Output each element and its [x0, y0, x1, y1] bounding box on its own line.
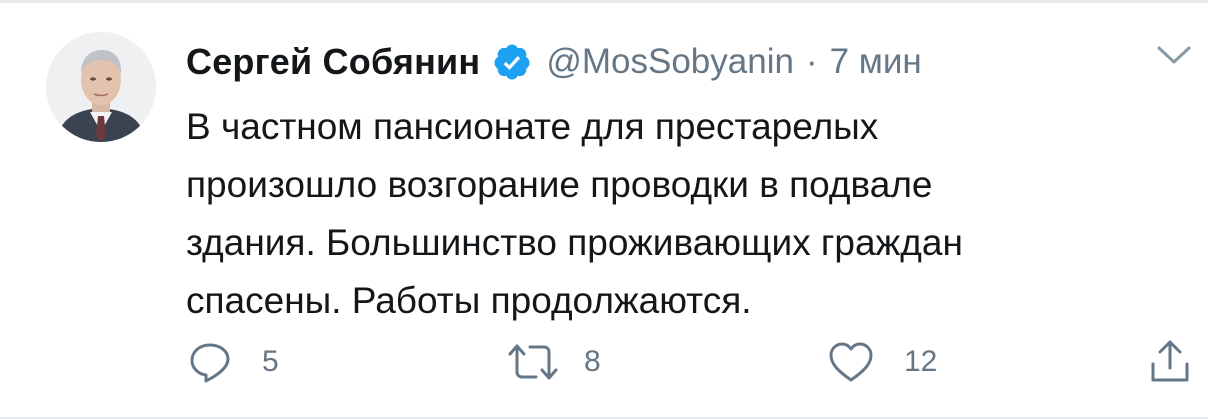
tweet-text-line: произошло возгорание проводки в подвале — [186, 164, 933, 205]
share-icon — [1151, 340, 1189, 382]
tweet-actions: 5 8 12 — [0, 332, 1208, 392]
retweet-icon — [508, 344, 558, 380]
avatar[interactable] — [46, 32, 156, 142]
tweet-text-line: В частном пансионате для престарелых — [186, 106, 879, 147]
separator-dot: · — [805, 42, 818, 81]
avatar-photo — [46, 32, 156, 142]
tweet-text-line: спасены. Работы продолжаются. — [186, 280, 752, 321]
verified-badge-icon — [492, 42, 532, 82]
share-button[interactable] — [1148, 332, 1192, 392]
heart-icon — [829, 342, 873, 382]
user-handle[interactable]: @MosSobyanin — [546, 42, 794, 82]
tweet-text: В частном пансионате для престарелых про… — [186, 98, 1166, 330]
timestamp[interactable]: 7 мин — [830, 42, 922, 82]
retweet-count: 8 — [584, 345, 601, 378]
top-divider — [0, 0, 1208, 3]
display-name[interactable]: Сергей Собянин — [186, 41, 480, 83]
reply-button[interactable]: 5 — [188, 332, 279, 392]
like-count: 12 — [904, 345, 938, 378]
retweet-button[interactable]: 8 — [506, 332, 601, 392]
tweet-header: Сергей Собянин @MosSobyanin · 7 мин — [186, 38, 922, 86]
chevron-down-icon[interactable] — [1156, 44, 1192, 66]
like-button[interactable]: 12 — [828, 332, 937, 392]
reply-count: 5 — [262, 345, 279, 378]
reply-icon — [190, 343, 230, 383]
tweet-text-line: здания. Большинство проживающих граждан — [186, 222, 963, 263]
